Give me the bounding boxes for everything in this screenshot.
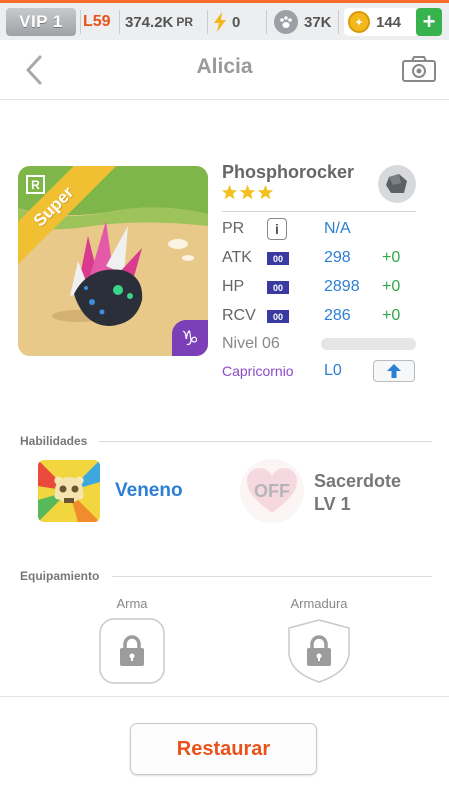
info-icon[interactable]: i: [267, 218, 287, 240]
power-rating: 374.2K PR: [125, 8, 193, 36]
player-level: L59: [83, 13, 111, 30]
weapon-slot[interactable]: [99, 618, 165, 684]
paw-counter[interactable]: 37K: [274, 8, 332, 36]
stat-label: ATK: [222, 249, 252, 266]
paw-icon: [274, 10, 298, 34]
lock-icon: [120, 635, 144, 666]
stat-value: 2898: [324, 278, 360, 295]
level-row: Nivel 06: [222, 333, 422, 357]
armor-label: Armadura: [290, 596, 348, 611]
add-coins-button[interactable]: +: [416, 8, 442, 36]
coin-icon: ✦: [348, 11, 370, 33]
lock-icon: [307, 635, 331, 666]
divider: [207, 10, 208, 34]
energy-counter[interactable]: 0: [213, 8, 240, 36]
divider: [222, 211, 416, 212]
stat-row-rcv: RCV 00 286 +0: [222, 305, 422, 329]
stat-tag: 00: [267, 310, 289, 323]
stat-row-atk: ATK 00 298 +0: [222, 247, 422, 271]
monster-name: Phosphorocker: [222, 162, 355, 182]
coin-value: 144: [376, 13, 402, 31]
power-unit: PR: [176, 15, 194, 29]
level-label: Nivel 06: [222, 335, 280, 352]
divider: [266, 10, 267, 34]
stat-tag: 00: [267, 252, 289, 265]
lightning-icon: [214, 12, 226, 32]
divider: [338, 10, 339, 34]
coin-counter[interactable]: ✦ 144 +: [344, 8, 442, 36]
stat-row-pr: PR i N/A: [222, 218, 422, 242]
zodiac-row: Capricornio L0: [222, 360, 422, 384]
stat-bonus: +0: [382, 307, 401, 324]
leader-skill-status: OFF: [254, 480, 290, 501]
page-title: Alicia: [196, 55, 253, 78]
zodiac-label: Capricornio: [222, 363, 294, 379]
vip-badge[interactable]: VIP 1: [6, 8, 76, 36]
star-icon: [257, 184, 274, 200]
upgrade-button[interactable]: [373, 360, 415, 382]
star-icon: [239, 184, 256, 200]
stat-label: PR: [222, 220, 245, 237]
star-rating: [221, 184, 274, 200]
stat-bonus: +0: [382, 278, 401, 295]
level-progress-bar: [321, 338, 416, 350]
skills-section-title: Habilidades: [20, 434, 88, 448]
energy-value: 0: [232, 13, 241, 31]
divider: [119, 10, 120, 34]
power-value: 374.2K: [125, 13, 174, 31]
stat-value: 298: [324, 249, 351, 266]
leader-skill-info: Sacerdote LV 1: [314, 470, 401, 516]
stat-label: RCV: [222, 307, 256, 324]
stat-tag: 00: [267, 281, 289, 294]
restore-button[interactable]: Restaurar: [130, 723, 317, 775]
poison-skill-icon[interactable]: [38, 460, 100, 522]
monster-card[interactable]: R Super ♑: [18, 166, 208, 356]
stat-value: 286: [324, 307, 351, 324]
equipment-section-title: Equipamiento: [20, 569, 100, 583]
stat-bonus: +0: [382, 249, 401, 266]
capricorn-icon: ♑: [172, 320, 208, 356]
active-skill-name[interactable]: Veneno: [115, 480, 183, 502]
leader-skill-name: Sacerdote: [314, 471, 402, 491]
leader-skill-off-badge[interactable]: OFF: [240, 459, 304, 523]
divider: [80, 10, 81, 34]
camera-icon[interactable]: [401, 54, 437, 84]
divider: [99, 441, 432, 442]
weapon-label: Arma: [116, 596, 148, 611]
paw-value: 37K: [304, 13, 332, 31]
stat-value: N/A: [324, 220, 351, 237]
star-icon: [221, 184, 238, 200]
arrow-up-icon: [387, 364, 401, 378]
leader-skill-level: LV 1: [314, 494, 351, 514]
stat-row-hp: HP 00 2898 +0: [222, 276, 422, 300]
stat-label: HP: [222, 278, 245, 295]
armor-slot[interactable]: [286, 618, 352, 684]
divider: [112, 576, 432, 577]
zodiac-level: L0: [324, 362, 342, 379]
rock-element-icon: [378, 165, 416, 203]
rarity-badge: R: [26, 175, 45, 194]
page-header: Alicia: [0, 40, 449, 100]
status-bar: VIP 1 L59 374.2K PR 0 37K ✦ 144 +: [0, 0, 449, 40]
